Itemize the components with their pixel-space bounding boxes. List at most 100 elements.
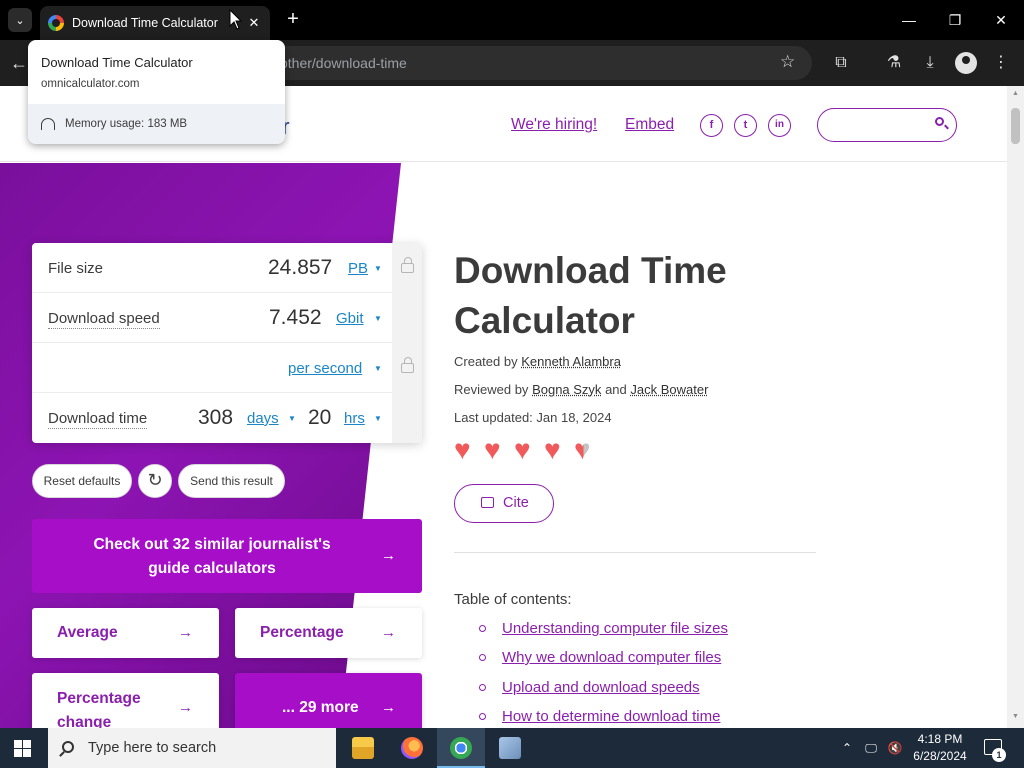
tile-label: Average <box>57 624 118 641</box>
hovercard-domain: omnicalculator.com <box>41 78 140 90</box>
extensions-puzzle-icon[interactable]: ⧉ <box>830 52 852 74</box>
chrome-icon <box>450 737 472 759</box>
scroll-down-icon[interactable]: ▼ <box>1011 713 1020 720</box>
search-icon[interactable] <box>935 117 944 126</box>
taskbar-clock[interactable]: 4:18 PM 6/28/2024 <box>906 731 974 765</box>
twitter-icon[interactable]: t <box>734 114 757 137</box>
hovercard-memory-text: Memory usage: 183 MB <box>65 118 188 130</box>
download-time-days-unit[interactable]: days <box>247 410 279 427</box>
reviewer-link[interactable]: Jack Bowater <box>630 382 708 397</box>
firefox-app[interactable] <box>388 728 436 768</box>
download-speed-value[interactable]: 7.452 <box>269 306 322 330</box>
page-scrollbar[interactable]: ▲ ▼ <box>1007 86 1024 728</box>
reset-defaults-button[interactable]: Reset defaults <box>32 464 132 498</box>
reviewed-by-line: Reviewed by Bogna Szyk and Jack Bowater <box>454 380 834 406</box>
clock-date: 6/28/2024 <box>913 749 967 763</box>
average-calculator-link[interactable]: Average → <box>32 608 219 658</box>
tray-expand-icon[interactable]: ⌃ <box>838 728 856 768</box>
memory-gauge-icon <box>41 118 55 130</box>
arrow-right-icon: → <box>381 547 396 564</box>
windows-start-icon[interactable] <box>14 740 31 757</box>
download-time-row: Download time 308 days ▼ 20 hrs ▼ <box>32 393 392 443</box>
network-app[interactable] <box>486 728 534 768</box>
calculator-card: File size 24.857 PB ▼ Download speed 7.4… <box>32 243 422 443</box>
file-explorer-app[interactable] <box>339 728 387 768</box>
window-restore-button[interactable]: ❐ <box>932 6 978 34</box>
window-close-button[interactable]: ✕ <box>978 6 1024 34</box>
reload-icon[interactable]: ↻ <box>138 464 172 498</box>
hiring-link[interactable]: We're hiring! <box>511 116 597 134</box>
toc-link[interactable]: How to determine download time <box>502 708 720 725</box>
scroll-up-icon[interactable]: ▲ <box>1011 90 1020 97</box>
per-unit-row: per second ▼ <box>32 343 392 393</box>
similar-calculators-button[interactable]: Check out 32 similar journalist's guide … <box>32 519 422 593</box>
site-search-input[interactable] <box>817 108 957 142</box>
tab-search-button[interactable]: ⌄ <box>8 8 32 32</box>
profile-avatar-icon[interactable] <box>955 52 977 74</box>
bullet-icon <box>479 684 486 691</box>
download-speed-row: Download speed 7.452 Gbit ▼ <box>32 293 392 343</box>
lock-icon[interactable] <box>401 357 414 373</box>
toc-link[interactable]: Understanding computer file sizes <box>502 620 728 637</box>
download-time-days-value[interactable]: 308 <box>198 406 233 430</box>
toc-link[interactable]: Why we download computer files <box>502 649 721 666</box>
network-icon[interactable]: 🖵 <box>860 728 882 768</box>
firefox-icon <box>401 737 423 759</box>
created-by-line: Created by Kenneth Alambra <box>454 352 834 378</box>
heart-icon[interactable]: ♥ <box>514 436 531 464</box>
window-minimize-button[interactable]: — <box>886 6 932 34</box>
tile-label: ... 29 more <box>282 699 359 716</box>
file-size-unit-select[interactable]: PB <box>348 260 368 277</box>
volume-muted-icon[interactable]: 🔇 <box>884 728 906 768</box>
new-tab-button[interactable]: + <box>282 8 304 30</box>
hovercard-memory: Memory usage: 183 MB <box>28 104 285 144</box>
chevron-down-icon: ▼ <box>374 364 382 373</box>
download-time-hrs-value[interactable]: 20 <box>308 406 331 430</box>
downloads-icon[interactable]: ⤓ <box>919 52 941 74</box>
author-link[interactable]: Kenneth Alambra <box>521 354 621 369</box>
tile-label: Percentage change <box>57 690 141 728</box>
percentage-calculator-link[interactable]: Percentage → <box>235 608 422 658</box>
bookmark-star-icon[interactable]: ☆ <box>780 52 795 72</box>
facebook-icon[interactable]: f <box>700 114 723 137</box>
heart-icon[interactable]: ♥ <box>454 436 471 464</box>
taskbar-search-placeholder: Type here to search <box>88 740 217 756</box>
file-size-value[interactable]: 24.857 <box>268 256 332 280</box>
quote-icon <box>481 497 494 508</box>
folder-icon <box>352 737 374 759</box>
send-result-button[interactable]: Send this result <box>178 464 285 498</box>
cite-button[interactable]: Cite <box>454 484 554 523</box>
toc-title: Table of contents: <box>454 591 572 608</box>
heart-icon[interactable]: ♥ <box>544 436 561 464</box>
more-calculators-link[interactable]: ... 29 more → <box>235 673 422 728</box>
scroll-thumb[interactable] <box>1011 108 1020 144</box>
address-url: other/download-time <box>280 55 407 71</box>
labs-flask-icon[interactable]: ⚗ <box>883 52 905 74</box>
time-unit-select[interactable]: per second <box>288 360 362 377</box>
download-time-label: Download time <box>48 410 148 429</box>
download-speed-unit-select[interactable]: Gbit <box>336 310 364 327</box>
browser-menu-icon[interactable]: ⋮ <box>990 52 1012 74</box>
cite-label: Cite <box>503 495 529 511</box>
tile-label: Percentage <box>260 624 344 641</box>
arrow-right-icon: → <box>381 624 396 641</box>
toc-link[interactable]: Upload and download speeds <box>502 679 700 696</box>
page-title-line2: Calculator <box>454 300 635 341</box>
embed-link[interactable]: Embed <box>625 116 674 134</box>
heart-icon[interactable]: ♥ <box>484 436 501 464</box>
tab-close-icon[interactable]: ✕ <box>246 15 262 31</box>
chrome-app[interactable] <box>437 728 485 768</box>
chevron-down-icon: ▼ <box>374 264 382 273</box>
percentage-change-calculator-link[interactable]: Percentage change → <box>32 673 219 728</box>
half-heart-icon[interactable]: ♥ <box>574 436 591 464</box>
rating-hearts[interactable]: ♥ ♥ ♥ ♥ ♥ <box>454 436 614 464</box>
download-time-hrs-unit[interactable]: hrs <box>344 410 365 427</box>
linkedin-icon[interactable]: in <box>768 114 791 137</box>
download-speed-label: Download speed <box>48 310 160 329</box>
taskbar-search-input[interactable]: Type here to search <box>48 728 336 768</box>
reviewer-link[interactable]: Bogna Szyk <box>532 382 601 397</box>
page-title-line1: Download Time <box>454 250 727 291</box>
bullet-icon <box>479 625 486 632</box>
lock-icon[interactable] <box>401 257 414 273</box>
lock-column <box>392 243 422 443</box>
